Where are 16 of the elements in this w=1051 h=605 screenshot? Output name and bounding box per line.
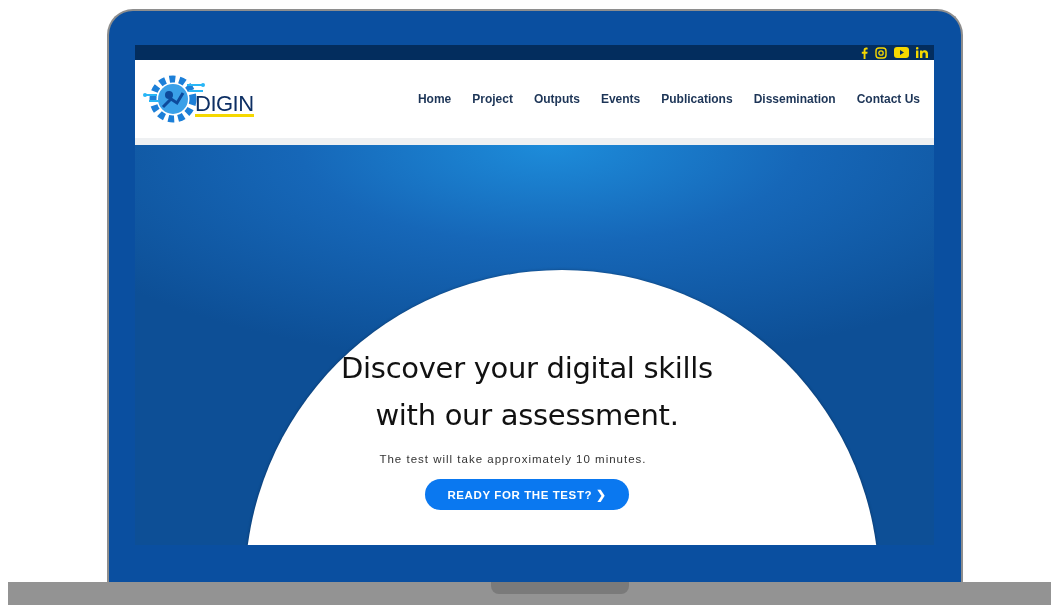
nav-link[interactable]: Publications	[661, 92, 733, 106]
nav-link[interactable]: Outputs	[533, 92, 580, 106]
play-button-icon[interactable]	[894, 47, 909, 58]
linkedin-icon[interactable]	[916, 47, 928, 58]
nav-link[interactable]: Contact Us	[856, 92, 920, 106]
instagram-icon[interactable]	[875, 46, 887, 59]
facebook-icon[interactable]	[861, 46, 868, 59]
nav-link[interactable]: Dissemination	[753, 92, 836, 106]
logo-text[interactable]: DIGIN	[195, 94, 254, 117]
hero-heading: with our assessment.	[375, 397, 679, 434]
nav-link[interactable]: Project	[472, 92, 513, 106]
nav-link[interactable]: Home	[417, 92, 452, 106]
ready-button[interactable]: READY FOR THE TEST? ❯	[425, 479, 629, 510]
hero-heading: Discover your digital skills	[341, 350, 713, 387]
nav-link[interactable]: Events	[600, 92, 641, 106]
hero-subtitle: The test will take approximately 10 minutes.	[379, 453, 647, 465]
